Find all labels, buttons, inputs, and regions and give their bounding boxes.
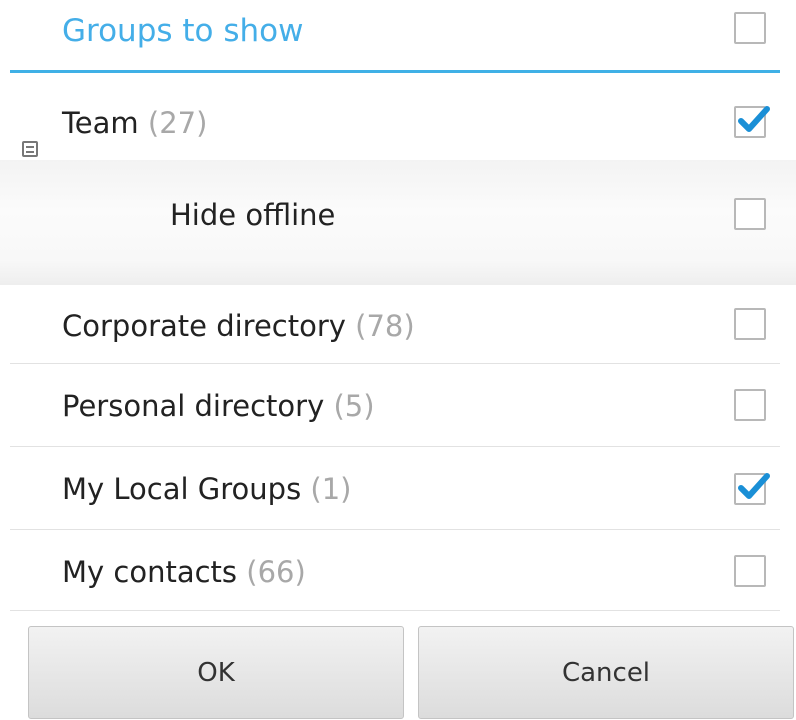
group-count: (27) bbox=[147, 106, 208, 140]
hide-offline-checkbox[interactable] bbox=[734, 198, 766, 230]
group-label-corporate-directory: Corporate directory (78) bbox=[62, 306, 415, 346]
group-label-team: Team (27) bbox=[62, 103, 207, 143]
group-label-my-contacts: My contacts (66) bbox=[62, 552, 306, 592]
cancel-button[interactable]: Cancel bbox=[418, 626, 794, 719]
group-name: My contacts bbox=[62, 555, 238, 589]
group-count: (78) bbox=[355, 309, 415, 343]
row-divider bbox=[10, 610, 780, 611]
group-label-personal-directory: Personal directory (5) bbox=[62, 386, 375, 426]
group-row-personal-directory[interactable]: Personal directory (5) bbox=[0, 365, 796, 446]
ok-button[interactable]: OK bbox=[28, 626, 404, 719]
dialog-header: Groups to show bbox=[0, 0, 796, 70]
group-label-my-local-groups: My Local Groups (1) bbox=[62, 469, 352, 509]
group-count: (5) bbox=[333, 389, 375, 423]
checkmark-icon bbox=[738, 106, 770, 132]
group-name: Personal directory bbox=[62, 389, 325, 423]
hide-offline-row[interactable]: Hide offline bbox=[0, 160, 796, 285]
group-row-corporate-directory[interactable]: Corporate directory (78) bbox=[0, 285, 796, 365]
group-row-my-contacts[interactable]: My contacts (66) bbox=[0, 530, 796, 610]
group-name: My Local Groups bbox=[62, 472, 302, 506]
my-local-groups-checkbox[interactable] bbox=[734, 473, 770, 505]
group-row-team[interactable]: Team (27) bbox=[0, 73, 796, 160]
dialog-title: Groups to show bbox=[62, 13, 304, 49]
corporate-directory-checkbox[interactable] bbox=[734, 308, 766, 340]
group-row-my-local-groups[interactable]: My Local Groups (1) bbox=[0, 447, 796, 530]
group-count: (66) bbox=[246, 555, 306, 589]
team-checkbox[interactable] bbox=[734, 106, 770, 138]
group-name: Corporate directory bbox=[62, 309, 346, 343]
row-divider bbox=[10, 363, 780, 364]
select-all-checkbox[interactable] bbox=[734, 12, 766, 44]
group-name: Team bbox=[62, 106, 139, 140]
my-contacts-checkbox[interactable] bbox=[734, 555, 766, 587]
collapse-icon[interactable] bbox=[22, 141, 38, 157]
checkmark-icon bbox=[738, 473, 770, 499]
personal-directory-checkbox[interactable] bbox=[734, 389, 766, 421]
group-count: (1) bbox=[310, 472, 352, 506]
hide-offline-label: Hide offline bbox=[170, 198, 336, 232]
